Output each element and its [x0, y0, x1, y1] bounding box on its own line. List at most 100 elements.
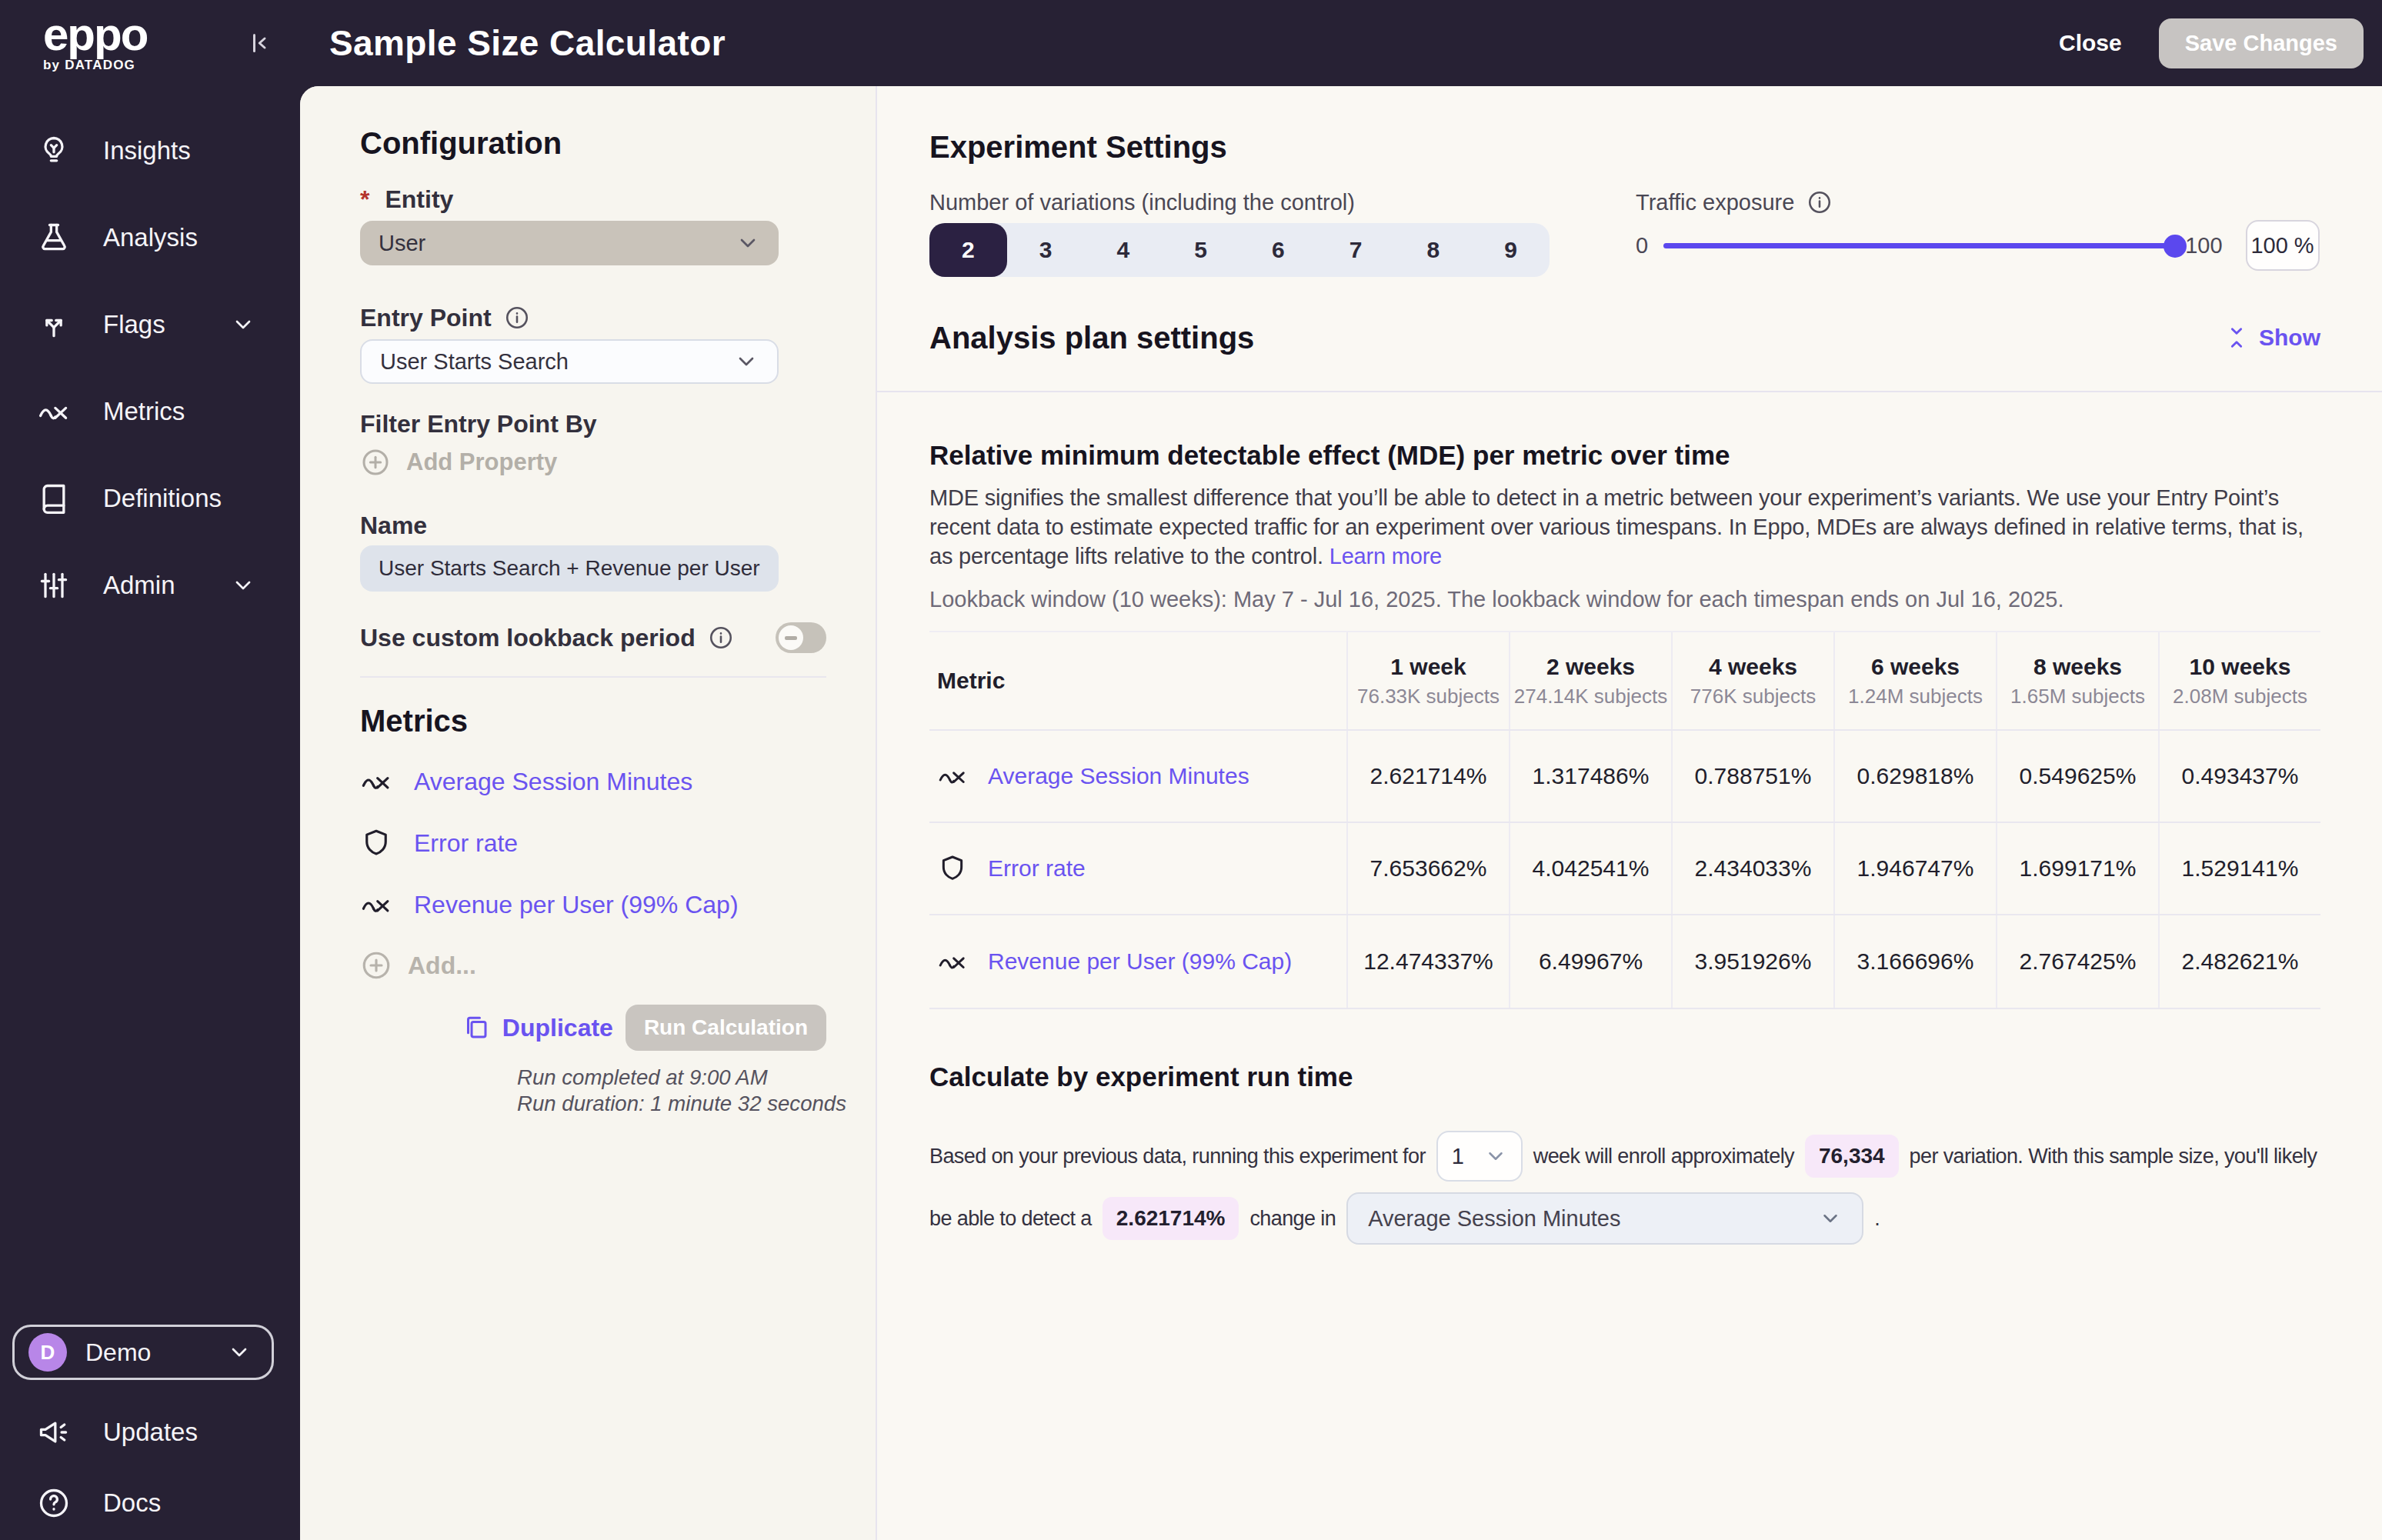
- column-subheader: 776K subjects: [1690, 685, 1816, 708]
- metric-line-icon: [360, 765, 392, 798]
- chevron-down-icon: [1819, 1207, 1842, 1230]
- entry-point-select[interactable]: User Starts Search: [360, 339, 779, 384]
- entity-field: *Entity User: [360, 185, 826, 265]
- mde-value: 1.529141%: [2158, 823, 2320, 914]
- filter-label: Filter Entry Point By: [360, 410, 597, 438]
- mde-value: 2.434033%: [1671, 823, 1833, 914]
- column-header: 8 weeks: [2033, 654, 2122, 680]
- plus-circle-icon: [360, 447, 391, 478]
- sidebar-item-insights[interactable]: Insights: [0, 117, 300, 185]
- settings-panel: Experiment Settings Number of variations…: [877, 86, 2382, 1540]
- column-header: 2 weeks: [1546, 654, 1635, 680]
- variation-option-2[interactable]: 2: [929, 223, 1007, 277]
- variation-option-5[interactable]: 5: [1162, 223, 1239, 277]
- variation-option-3[interactable]: 3: [1007, 223, 1085, 277]
- mde-value: 0.549625%: [1996, 731, 2158, 822]
- variation-option-4[interactable]: 4: [1085, 223, 1163, 277]
- close-button[interactable]: Close: [2059, 30, 2122, 56]
- column-subheader: 274.14K subjects: [1514, 685, 1667, 708]
- mde-value: 0.629818%: [1833, 731, 1996, 822]
- metric-link[interactable]: Average Session Minutes: [414, 768, 692, 796]
- metric-line-icon: [937, 761, 968, 792]
- metric-line-icon: [360, 888, 392, 921]
- info-icon[interactable]: [708, 625, 734, 651]
- sidebar-item-docs[interactable]: Docs: [0, 1469, 300, 1537]
- sidebar-item-label: Metrics: [103, 397, 185, 426]
- add-metric-button[interactable]: Add...: [360, 949, 826, 982]
- flask-icon: [37, 221, 71, 255]
- run-calculation-button[interactable]: Run Calculation: [626, 1005, 826, 1051]
- mde-value: 6.49967%: [1509, 915, 1671, 1008]
- workspace-switcher[interactable]: D Demo: [12, 1325, 274, 1380]
- table-header: Metric 1 week76.33K subjects 2 weeks274.…: [929, 632, 2320, 731]
- add-property-button[interactable]: Add Property: [360, 447, 826, 478]
- logo-subtext: by DATADOG: [43, 58, 212, 73]
- sidebar-item-updates[interactable]: Updates: [0, 1398, 300, 1466]
- metric-link[interactable]: Error rate: [988, 855, 1086, 882]
- traffic-value-input[interactable]: 100 %: [2246, 220, 2320, 271]
- run-completed-text: Run completed at 9:00 AM: [517, 1065, 826, 1091]
- calc-text: be able to detect a: [929, 1207, 1092, 1231]
- sidebar-item-analysis[interactable]: Analysis: [0, 204, 300, 272]
- metric-item[interactable]: Average Session Minutes: [360, 765, 826, 798]
- column-subheader: 2.08M subjects: [2173, 685, 2307, 708]
- detect-value: 2.621714%: [1103, 1197, 1239, 1240]
- info-icon[interactable]: [504, 305, 530, 331]
- variation-option-7[interactable]: 7: [1317, 223, 1395, 277]
- entity-select[interactable]: User: [360, 221, 779, 265]
- learn-more-link[interactable]: Learn more: [1329, 544, 1442, 568]
- traffic-slider[interactable]: [1663, 243, 2176, 248]
- info-icon[interactable]: [1807, 189, 1833, 215]
- duplicate-label: Duplicate: [502, 1014, 613, 1042]
- column-subheader: 1.24M subjects: [1848, 685, 1983, 708]
- metric-select-value: Average Session Minutes: [1368, 1206, 1620, 1232]
- mde-value: 0.788751%: [1671, 731, 1833, 822]
- metric-select[interactable]: Average Session Minutes: [1346, 1192, 1863, 1245]
- sidebar-item-admin[interactable]: Admin: [0, 552, 300, 619]
- sidebar-item-metrics[interactable]: Metrics: [0, 378, 300, 445]
- metric-item[interactable]: Error rate: [360, 826, 826, 860]
- table-row: Average Session Minutes 2.621714% 1.3174…: [929, 731, 2320, 823]
- collapse-sidebar-icon[interactable]: [246, 29, 274, 57]
- metric-link[interactable]: Revenue per User (99% Cap): [988, 948, 1292, 975]
- variation-option-9[interactable]: 9: [1472, 223, 1550, 277]
- calc-text: Based on your previous data, running thi…: [929, 1145, 1426, 1168]
- metric-item[interactable]: Revenue per User (99% Cap): [360, 888, 826, 922]
- sidebar-item-flags[interactable]: Flags: [0, 291, 300, 358]
- mde-value: 0.493437%: [2158, 731, 2320, 822]
- variation-option-6[interactable]: 6: [1239, 223, 1317, 277]
- chevron-down-icon: [1484, 1145, 1507, 1168]
- name-input[interactable]: [360, 545, 779, 592]
- logo-text: eppo: [43, 13, 212, 56]
- sidebar: Insights Analysis Flags Metrics Definiti…: [0, 86, 300, 1540]
- metric-link[interactable]: Revenue per User (99% Cap): [414, 891, 739, 919]
- chevron-down-icon: [227, 1340, 252, 1365]
- show-analysis-plan-button[interactable]: Show: [2224, 325, 2320, 351]
- mde-value: 2.767425%: [1996, 915, 2158, 1008]
- main-content: Configuration *Entity User Entry Point U…: [300, 86, 2382, 1540]
- slider-knob[interactable]: [2163, 235, 2187, 258]
- calc-text: .: [1874, 1207, 1880, 1231]
- divider: [360, 676, 826, 678]
- sidebar-item-definitions[interactable]: Definitions: [0, 465, 300, 532]
- traffic-exposure-block: Traffic exposure 0 100 100 %: [1636, 189, 2320, 277]
- metric-link[interactable]: Average Session Minutes: [988, 763, 1249, 789]
- metric-link[interactable]: Error rate: [414, 829, 518, 858]
- duplicate-button[interactable]: Duplicate: [462, 1014, 613, 1042]
- calc-sentence-line1: Based on your previous data, running thi…: [929, 1131, 2320, 1182]
- avatar: D: [28, 1333, 67, 1372]
- configuration-panel: Configuration *Entity User Entry Point U…: [300, 86, 877, 1540]
- sidebar-item-label: Updates: [103, 1418, 198, 1447]
- weeks-select[interactable]: 1: [1436, 1131, 1523, 1182]
- mde-description-text: MDE signifies the smallest difference th…: [929, 485, 2304, 568]
- shield-icon: [360, 827, 392, 859]
- copy-icon: [462, 1014, 490, 1042]
- divider: [877, 391, 2382, 392]
- variation-option-8[interactable]: 8: [1395, 223, 1473, 277]
- calc-heading: Calculate by experiment run time: [929, 1062, 2320, 1092]
- entity-value: User: [379, 231, 425, 256]
- column-header: 10 weeks: [2190, 654, 2291, 680]
- save-changes-button[interactable]: Save Changes: [2159, 18, 2364, 68]
- lookback-toggle[interactable]: [776, 622, 826, 653]
- megaphone-icon: [37, 1415, 71, 1449]
